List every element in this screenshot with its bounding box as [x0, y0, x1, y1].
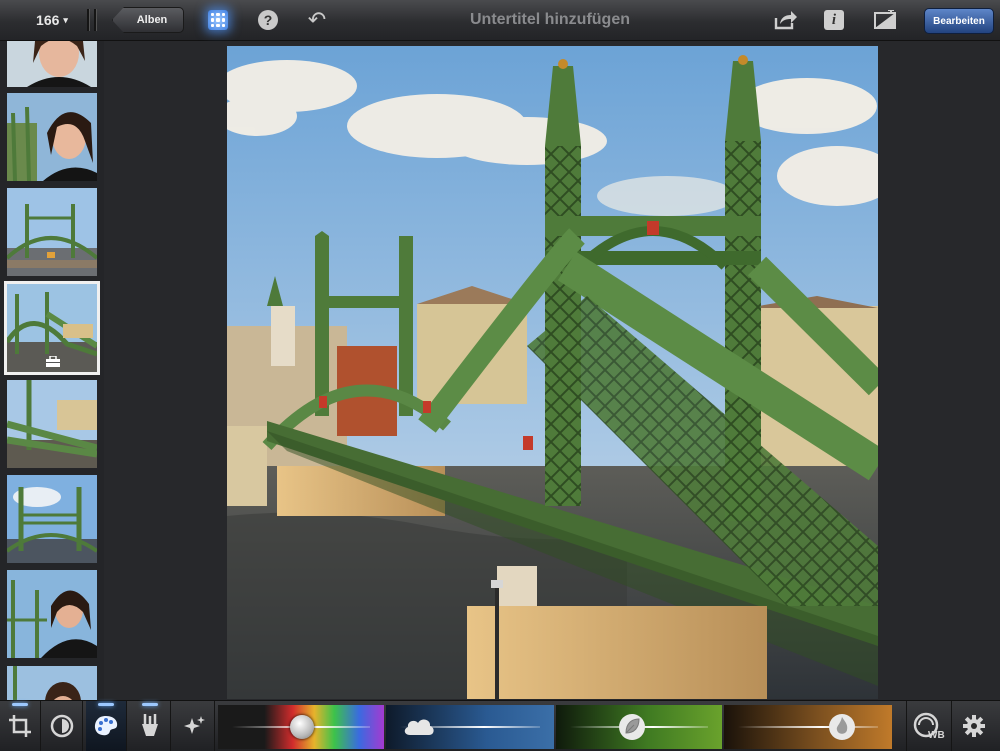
top-toolbar: 166 ▾ Alben ? ↶ Untertitel hinzufügen i …	[0, 0, 1000, 41]
saturation-slider-handle[interactable]	[290, 715, 314, 739]
edited-badge-icon	[45, 356, 61, 368]
thumbnail-item[interactable]	[7, 93, 97, 181]
strip-resize-handle[interactable]	[84, 0, 100, 40]
thumbnail-item[interactable]	[7, 570, 97, 658]
photo-count: 166	[36, 12, 60, 28]
info-icon[interactable]: i	[822, 0, 846, 40]
caption-field[interactable]: Untertitel hinzufügen	[380, 0, 720, 40]
share-icon[interactable]	[772, 0, 800, 40]
exposure-icon[interactable]	[42, 701, 83, 751]
gear-icon[interactable]	[952, 701, 996, 751]
thumbnail-item[interactable]	[7, 41, 97, 87]
wb-label: WB	[928, 730, 945, 740]
brushes-icon[interactable]	[130, 701, 171, 751]
thumbnail-item[interactable]	[7, 666, 97, 700]
leaf-icon[interactable]	[618, 713, 646, 746]
cloud-icon[interactable]	[402, 715, 436, 742]
foliage-slider[interactable]	[556, 705, 722, 749]
white-balance-icon[interactable]: WB	[906, 701, 952, 751]
thumbnail-item-selected[interactable]	[4, 281, 100, 375]
crop-icon[interactable]	[0, 701, 41, 751]
thumbnail-item[interactable]	[7, 475, 97, 563]
sky-slider[interactable]	[386, 705, 554, 749]
thumbnail-item[interactable]	[7, 188, 97, 276]
photo-count-dropdown[interactable]: 166 ▾	[22, 0, 82, 40]
skin-slider[interactable]	[724, 705, 892, 749]
color-palette-icon[interactable]	[86, 701, 127, 751]
effects-icon[interactable]	[174, 701, 215, 751]
saturation-slider[interactable]	[218, 705, 384, 749]
undo-icon[interactable]: ↶	[304, 0, 330, 40]
main-photo[interactable]	[227, 46, 878, 699]
thumbnail-strip[interactable]	[0, 41, 104, 700]
flame-icon[interactable]	[828, 713, 856, 746]
chevron-down-icon: ▾	[63, 14, 68, 25]
albums-back-button[interactable]: Alben	[112, 7, 184, 33]
bottom-toolbar: WB	[0, 700, 1000, 751]
grid-icon[interactable]	[204, 0, 232, 40]
compare-icon[interactable]	[872, 0, 898, 40]
help-icon[interactable]: ?	[256, 0, 280, 40]
edit-button[interactable]: Bearbeiten	[924, 8, 994, 34]
thumbnail-item[interactable]	[7, 380, 97, 468]
